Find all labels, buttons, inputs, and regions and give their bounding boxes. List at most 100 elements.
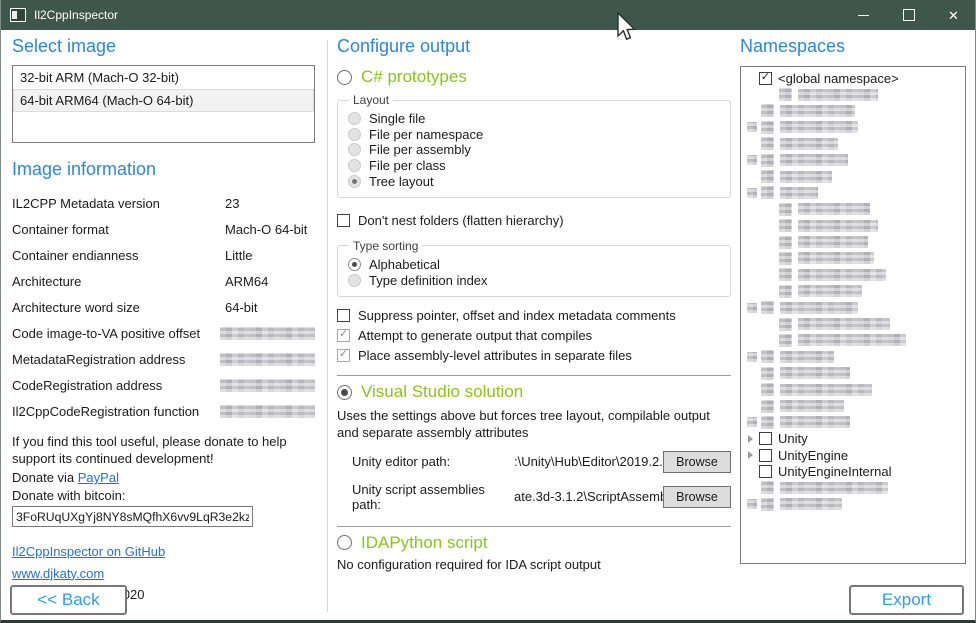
website-link[interactable]: www.djkaty.com [12, 566, 104, 581]
namespace-item-redacted[interactable] [741, 86, 965, 102]
namespace-label: UnityEngineInternal [778, 464, 891, 479]
redacted-pixelated-block [761, 154, 774, 167]
redacted-pixelated-block [761, 481, 774, 494]
redacted-pixelated-block [779, 334, 792, 347]
output-checkbox-label: Attempt to generate output that compiles [358, 328, 592, 343]
bitcoin-address-input[interactable] [12, 506, 253, 527]
namespace-item-redacted[interactable] [741, 168, 965, 184]
namespace-item-redacted[interactable] [741, 496, 965, 512]
namespace-item-redacted[interactable] [741, 234, 965, 250]
idapython-radio-icon[interactable] [337, 535, 352, 550]
back-button[interactable]: << Back [10, 585, 127, 615]
csharp-prototypes-option[interactable]: C# prototypes [337, 67, 731, 87]
browse-button[interactable]: Browse [663, 451, 731, 473]
visual-studio-option[interactable]: Visual Studio solution [337, 382, 731, 402]
namespace-item-redacted[interactable] [741, 332, 965, 348]
export-button[interactable]: Export [849, 585, 964, 615]
redacted-pixelated-block [780, 121, 858, 133]
namespace-item-redacted[interactable] [741, 381, 965, 397]
github-link[interactable]: Il2CppInspector on GitHub [12, 544, 165, 559]
type-sorting-group-label: Type sorting [349, 239, 422, 253]
namespace-item[interactable]: UnityEngineInternal [741, 463, 965, 479]
namespace-item-redacted[interactable] [741, 398, 965, 414]
namespace-item-redacted[interactable] [741, 201, 965, 217]
namespace-item-redacted[interactable] [741, 349, 965, 365]
maximize-button[interactable] [886, 0, 931, 30]
vs-field-value: ate.3d-3.1.2\ScriptAssemblies [514, 489, 663, 504]
output-checkbox[interactable] [337, 309, 350, 322]
flatten-checkbox[interactable] [337, 214, 350, 227]
info-value: 23 [225, 196, 239, 211]
layout-radio-icon [348, 128, 361, 141]
visual-studio-description: Uses the settings above but forces tree … [337, 408, 731, 442]
minimize-button[interactable] [841, 0, 886, 30]
redacted-pixelated-block [798, 285, 862, 297]
namespace-checkbox[interactable] [759, 449, 772, 462]
close-button[interactable]: ✕ [931, 0, 976, 30]
csharp-radio-icon[interactable] [337, 70, 352, 85]
info-label: Architecture [12, 274, 225, 289]
image-list-item[interactable]: 64-bit ARM64 (Mach-O 64-bit) [13, 89, 314, 112]
redacted-pixelated-block [779, 252, 792, 265]
namespace-item-redacted[interactable] [741, 250, 965, 266]
section-separator [337, 375, 731, 376]
namespace-checkbox[interactable] [759, 465, 772, 478]
namespace-item[interactable]: Unity [741, 431, 965, 447]
image-list-item[interactable]: 32-bit ARM (Mach-O 32-bit) [13, 66, 314, 89]
redacted-pixelated-block [220, 327, 315, 340]
redacted-pixelated-block [220, 379, 315, 392]
bitcoin-label: Donate with bitcoin: [12, 488, 315, 503]
type-sorting-radio-icon[interactable] [348, 258, 361, 271]
info-label: Architecture word size [12, 300, 225, 315]
image-information-heading: Image information [12, 159, 315, 180]
output-option-checkboxes: Suppress pointer, offset and index metad… [337, 305, 731, 365]
namespace-item-redacted[interactable] [741, 136, 965, 152]
layout-option-label: Single file [369, 111, 425, 126]
info-row: Container endiannessLittle [12, 242, 315, 268]
namespace-item[interactable]: ✓<global namespace> [741, 70, 965, 86]
namespace-item-redacted[interactable] [741, 267, 965, 283]
vs-field-label: Unity script assemblies path: [337, 482, 514, 512]
redacted-pixelated-block [780, 367, 850, 379]
info-row: Architecture word size64-bit [12, 294, 315, 320]
browse-button[interactable]: Browse [663, 486, 731, 508]
info-row: Container formatMach-O 64-bit [12, 216, 315, 242]
namespace-item-redacted[interactable] [741, 103, 965, 119]
namespace-item-redacted[interactable] [741, 283, 965, 299]
type-sorting-option[interactable]: Alphabetical [348, 257, 720, 273]
idapython-option[interactable]: IDAPython script [337, 533, 731, 553]
namespaces-tree[interactable]: ✓<global namespace> UnityUnityEngineUnity… [740, 66, 966, 564]
namespace-item-redacted[interactable] [741, 299, 965, 315]
namespace-item-redacted[interactable] [741, 480, 965, 496]
namespace-item-redacted[interactable] [741, 119, 965, 135]
flatten-checkbox-row[interactable]: Don't nest folders (flatten hierarchy) [337, 211, 731, 231]
redacted-pixelated-block [779, 268, 792, 281]
namespace-item[interactable]: UnityEngine [741, 447, 965, 463]
namespace-item-redacted[interactable] [741, 316, 965, 332]
namespace-checkbox[interactable]: ✓ [759, 72, 772, 85]
layout-groupbox: Layout Single fileFile per namespaceFile… [337, 93, 731, 198]
output-checkbox-row: ✓Attempt to generate output that compile… [337, 325, 731, 345]
namespace-item-redacted[interactable] [741, 185, 965, 201]
layout-radio-icon [348, 112, 361, 125]
app-icon [10, 8, 26, 22]
image-listbox[interactable]: 32-bit ARM (Mach-O 32-bit)64-bit ARM64 (… [12, 65, 315, 143]
namespace-item-redacted[interactable] [741, 414, 965, 430]
redacted-pixelated-block [780, 138, 838, 150]
expander-icon[interactable] [748, 451, 753, 459]
minimize-icon [858, 15, 869, 16]
namespace-item-redacted[interactable] [741, 152, 965, 168]
expander-icon[interactable] [748, 435, 753, 443]
redacted-pixelated-block [780, 171, 832, 183]
visual-studio-radio-icon[interactable] [337, 385, 352, 400]
layout-radio-icon [348, 175, 361, 188]
redacted-pixelated-block [220, 353, 315, 366]
namespace-checkbox[interactable] [759, 432, 772, 445]
output-checkbox-row[interactable]: Suppress pointer, offset and index metad… [337, 305, 731, 325]
paypal-link[interactable]: PayPal [78, 470, 119, 485]
redacted-pixelated-block [761, 186, 774, 199]
redacted-pixelated-block [747, 499, 757, 509]
namespace-item-redacted[interactable] [741, 218, 965, 234]
info-label: IL2CPP Metadata version [12, 196, 225, 211]
namespace-item-redacted[interactable] [741, 365, 965, 381]
